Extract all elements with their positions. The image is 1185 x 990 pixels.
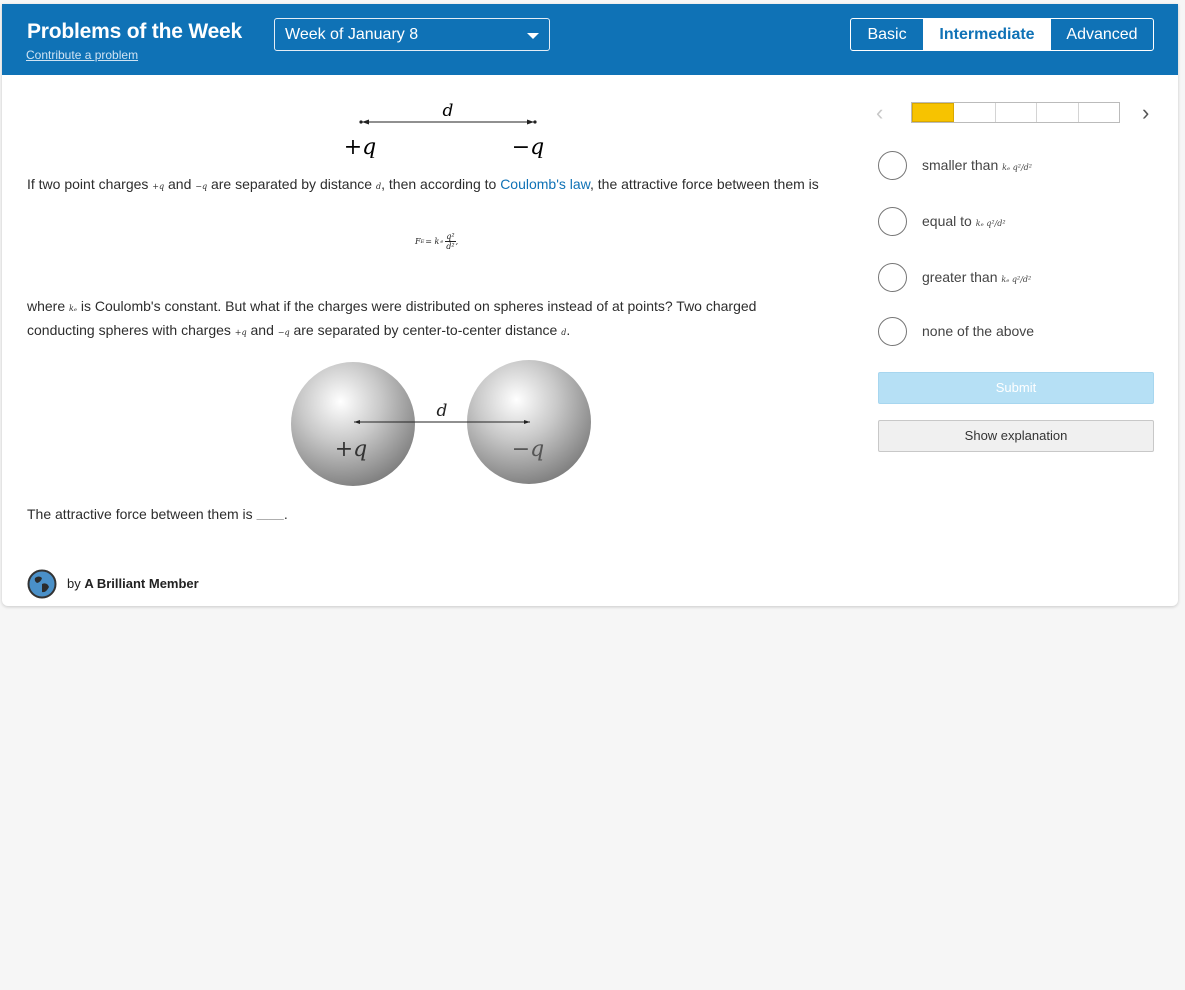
text: If two point charges [27,176,153,192]
choice-label: greater than kₑ q²/d² [922,269,1031,285]
sphere-distance-label: d [437,401,448,421]
tab-advanced[interactable]: Advanced [1051,19,1153,50]
text: is Coulomb's constant. But what if the c… [76,298,757,314]
text: . [283,506,288,522]
choice-text: equal to [922,213,976,229]
positive-charge-label: +q [344,135,377,158]
sphere-paragraph-line1: where kₑ is Coulomb's constant. But what… [27,294,756,321]
choice-math: kₑ q²/d² [1002,163,1032,172]
fraction-numerator: q² [445,232,456,242]
choice-label: equal to kₑ q²/d² [922,213,1006,229]
math-plus-q: +q [234,328,247,337]
globe-avatar-icon [27,569,57,599]
submit-button[interactable]: Submit [878,372,1154,404]
distance-label: d [443,101,454,121]
point-charges-diagram: d +q −q [344,101,545,158]
author-by: by [67,576,85,591]
text: and [164,176,196,192]
prev-arrow-icon[interactable]: ‹ [876,100,883,126]
radio-button[interactable] [878,151,907,180]
formula-tail: , [455,237,459,246]
author-line: by A Brilliant Member [67,576,199,591]
header-bar: Problems of the Week Contribute a proble… [2,4,1178,75]
show-explanation-button[interactable]: Show explanation [878,420,1154,452]
formula-eq: = k [425,237,440,246]
text: are separated by distance [207,176,376,192]
formula-fraction: q² d² [445,232,456,251]
choice-label: smaller than kₑ q²/d² [922,157,1032,173]
text: , then according to [381,176,501,192]
progress-segment [912,103,955,122]
left-point [359,120,363,124]
progress-segment [954,103,996,122]
text: are separated by center-to-center distan… [289,322,562,338]
choice-text: greater than [922,269,1002,285]
radio-button[interactable] [878,207,907,236]
choice-math: kₑ q²/d² [975,219,1006,228]
math-minus-q: −q [195,182,208,191]
progress-bar [911,102,1120,123]
distance-arrowhead-right [527,119,534,125]
answer-blank: _______ [256,513,284,520]
radio-button[interactable] [878,263,907,292]
next-arrow-icon[interactable]: › [1142,100,1149,126]
text: , the attractive force between them is [590,176,819,192]
charged-spheres-diagram: d +q −q [291,360,591,486]
distance-arrowhead-left [362,119,369,125]
text: where [27,298,70,314]
choice-text: none of the above [922,323,1035,339]
fraction-denominator: d² [446,242,455,251]
sphere-negative-label: −q [512,437,545,462]
coulomb-formula: FE = ke q² d² , [415,232,458,251]
sphere-paragraph-line2: conducting spheres with charges +q and −… [27,318,570,345]
text: and [246,322,278,338]
page-title: Problems of the Week [27,20,243,43]
chevron-down-icon [527,33,539,39]
problem-card: Problems of the Week Contribute a proble… [2,4,1178,606]
progress-segment [1037,103,1079,122]
level-tabs: Basic Intermediate Advanced [850,18,1154,51]
radio-button[interactable] [878,317,907,346]
tab-intermediate[interactable]: Intermediate [924,19,1051,50]
right-point [533,120,537,124]
math-minus-q: −q [277,328,290,337]
question-text: The attractive force between them is ___… [27,502,288,529]
formula-lhs-sub: E [420,238,425,245]
intro-paragraph: If two point charges +q and −q are separ… [27,172,819,199]
choice-label: none of the above [922,323,1034,339]
progress-segment [996,103,1038,122]
math-ke: kₑ [69,304,77,313]
author-name[interactable]: A Brilliant Member [84,576,198,591]
negative-charge-label: −q [512,135,545,158]
formula-k-sub: e [440,238,444,245]
text: . [566,322,571,338]
tab-basic[interactable]: Basic [851,19,924,50]
week-select-value: Week of January 8 [285,26,419,43]
progress-segment [1079,103,1119,122]
sphere-positive-label: +q [335,437,368,462]
contribute-link[interactable]: Contribute a problem [26,48,138,62]
text: conducting spheres with charges [27,322,235,338]
math-plus-q: +q [152,182,165,191]
week-select[interactable]: Week of January 8 [274,18,550,51]
text: The attractive force between them is [27,506,257,522]
coulombs-law-link[interactable]: Coulomb's law [500,176,590,192]
choice-math: kₑ q²/d² [1001,275,1032,284]
left-sphere [291,362,415,486]
choice-text: smaller than [922,157,1003,173]
